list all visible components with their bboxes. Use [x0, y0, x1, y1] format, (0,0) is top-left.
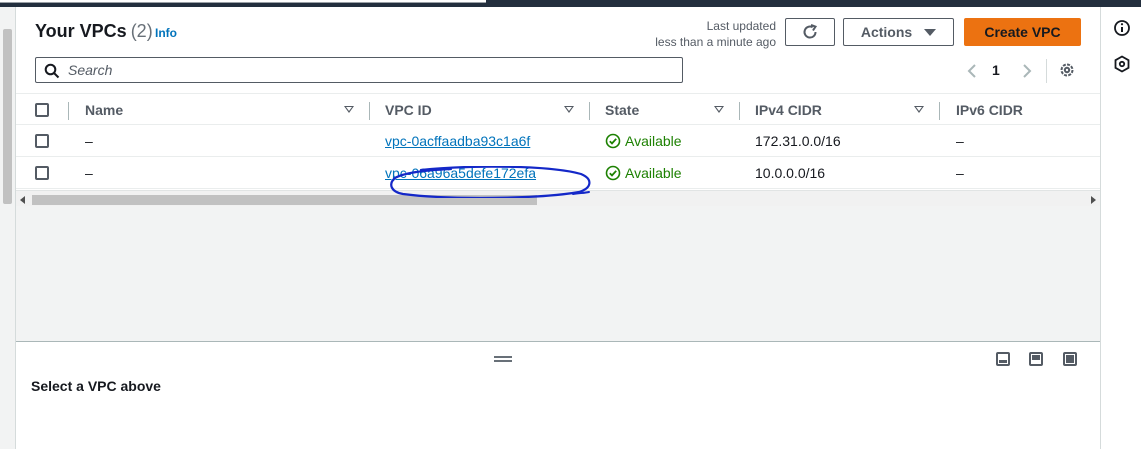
scroll-left-icon[interactable] [20, 196, 25, 204]
browser-tab-strip [0, 0, 486, 3]
previous-page-button[interactable] [964, 62, 980, 80]
search-icon [44, 63, 60, 79]
column-header-label: VPC ID [385, 102, 432, 118]
scroll-right-icon[interactable] [1091, 196, 1096, 204]
status-badge: Available [605, 157, 682, 189]
page-title: Your VPCs (2) [35, 21, 153, 42]
info-link[interactable]: Info [155, 26, 177, 40]
sort-icon[interactable] [344, 106, 354, 113]
status-text: Available [625, 165, 682, 181]
horizontal-scrollbar[interactable] [16, 190, 1101, 206]
title-text: Your VPCs [35, 21, 127, 41]
last-updated-label: Last updated [706, 19, 776, 33]
table-row[interactable]: – vpc-06a96a5defe172efa Available 10.0.0… [16, 157, 1101, 189]
caret-down-icon [924, 28, 937, 36]
column-header-label: State [605, 102, 640, 118]
actions-dropdown-button[interactable]: Actions [843, 18, 954, 46]
chevron-left-icon [967, 64, 976, 78]
search-input[interactable] [68, 61, 668, 79]
info-icon [1114, 20, 1130, 36]
hexagon-icon [1114, 55, 1130, 73]
row-checkbox[interactable] [35, 134, 49, 148]
chevron-right-icon [1023, 64, 1032, 78]
column-separator[interactable] [589, 102, 590, 120]
scrollbar-thumb[interactable] [3, 29, 12, 204]
utility-sidebar [1100, 7, 1141, 449]
sort-icon[interactable] [564, 106, 574, 113]
column-header-ipv4-cidr[interactable]: IPv4 CIDR [755, 94, 939, 126]
create-vpc-button[interactable]: Create VPC [964, 18, 1081, 46]
tutorial-icon-button[interactable] [1113, 55, 1131, 73]
cell-ipv6-cidr: – [956, 165, 964, 181]
pagination: 1 [964, 59, 1084, 83]
column-header-label: IPv6 CIDR [956, 102, 1023, 118]
gear-icon[interactable] [1058, 61, 1076, 79]
create-vpc-label: Create VPC [984, 24, 1061, 40]
table-row[interactable]: – vpc-0acffaadba93c1a6f Available 172.31… [16, 125, 1101, 157]
search-box[interactable] [35, 57, 683, 83]
vertical-scrollbar[interactable] [0, 7, 16, 449]
sort-icon[interactable] [714, 106, 724, 113]
status-text: Available [625, 133, 682, 149]
vpc-id-link[interactable]: vpc-0acffaadba93c1a6f [385, 125, 530, 157]
panel-side-icon[interactable] [1029, 352, 1043, 366]
empty-selection-message: Select a VPC above [31, 378, 161, 394]
table-header: Name VPC ID State IPv4 CIDR IPv6 CIDR [16, 93, 1101, 125]
horizontal-scrollbar-thumb[interactable] [32, 195, 537, 205]
column-header-state[interactable]: State [605, 94, 739, 126]
next-page-button[interactable] [1019, 62, 1035, 80]
sort-icon[interactable] [914, 106, 924, 113]
column-separator [68, 102, 69, 120]
cell-ipv4-cidr: 10.0.0.0/16 [755, 165, 826, 181]
pagination-divider [1046, 59, 1047, 83]
panel-bottom-icon[interactable] [996, 352, 1010, 366]
actions-label: Actions [860, 24, 913, 40]
table-empty-space [16, 206, 1101, 342]
select-all-checkbox[interactable] [35, 103, 49, 117]
info-icon-button[interactable] [1113, 19, 1131, 37]
check-circle-icon [605, 133, 621, 149]
column-header-label: Name [85, 102, 124, 118]
cell-name: – [85, 165, 93, 181]
column-separator[interactable] [939, 102, 940, 120]
last-updated: Last updated less than a minute ago [616, 18, 776, 50]
column-separator[interactable] [369, 102, 370, 120]
vpc-count: (2) [130, 21, 153, 41]
cell-name: – [85, 133, 93, 149]
status-badge: Available [605, 125, 682, 157]
browser-top-bar [0, 0, 1141, 7]
vpc-id-link[interactable]: vpc-06a96a5defe172efa [385, 157, 536, 189]
cell-ipv6-cidr: – [956, 133, 964, 149]
refresh-button[interactable] [785, 18, 835, 46]
refresh-icon [803, 24, 818, 39]
column-header-label: IPv4 CIDR [755, 102, 822, 118]
detail-split-panel: Select a VPC above [16, 343, 1101, 449]
current-page-number[interactable]: 1 [992, 62, 1000, 78]
resize-handle-icon[interactable] [494, 356, 512, 362]
column-header-name[interactable]: Name [85, 94, 369, 126]
last-updated-value: less than a minute ago [655, 35, 776, 49]
column-separator[interactable] [739, 102, 740, 120]
column-header-ipv6-cidr[interactable]: IPv6 CIDR [956, 94, 1096, 126]
cell-ipv4-cidr: 172.31.0.0/16 [755, 133, 841, 149]
check-circle-icon [605, 165, 621, 181]
panel-full-icon[interactable] [1063, 352, 1077, 366]
row-checkbox[interactable] [35, 166, 49, 180]
column-header-vpc-id[interactable]: VPC ID [385, 94, 589, 126]
vpc-list-panel: Your VPCs (2) Info Last updated less than… [16, 7, 1101, 449]
